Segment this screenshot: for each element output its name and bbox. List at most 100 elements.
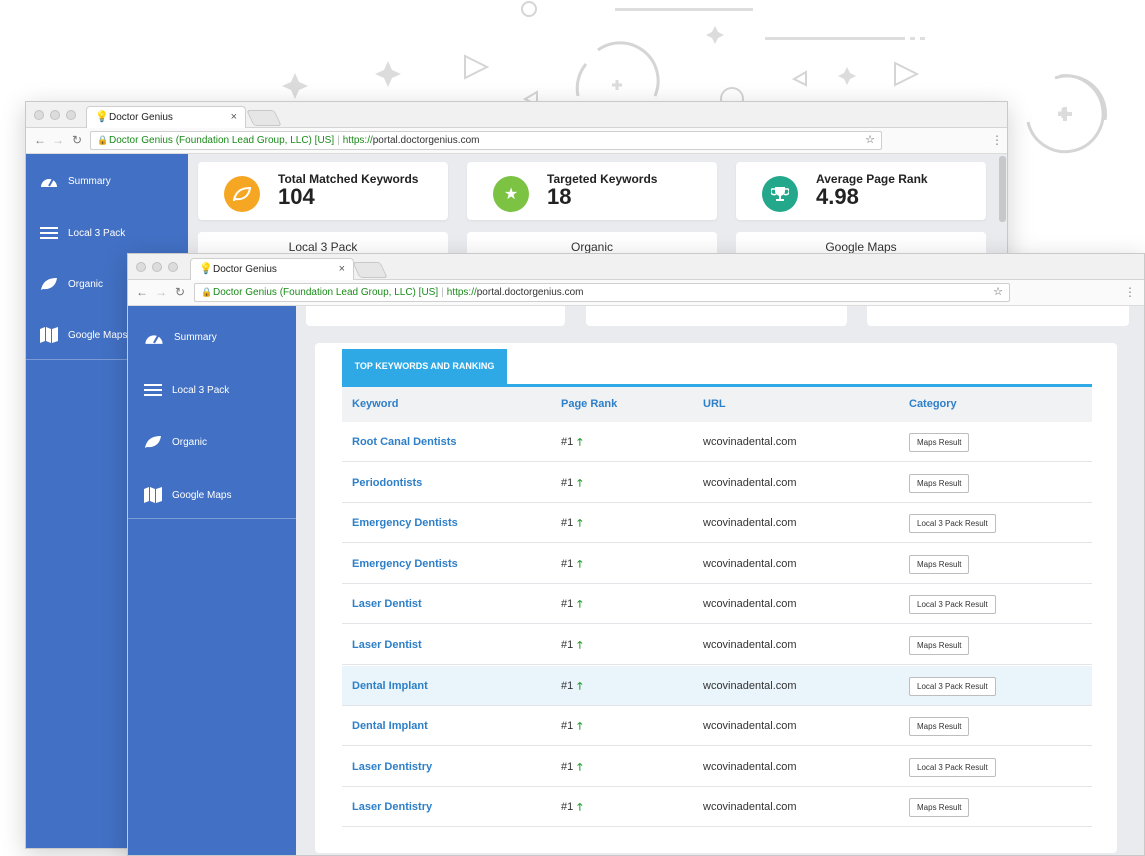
column-header-keyword[interactable]: Keyword <box>352 387 398 422</box>
back-arrow-icon[interactable]: ← <box>136 285 148 299</box>
up-arrow-icon: 🡑 <box>577 518 583 530</box>
table-row[interactable]: Emergency Dentists #1 🡑 wcovinadental.com Ma… <box>342 544 1092 584</box>
keyword-link[interactable]: Emergency Dentists <box>352 503 458 543</box>
url-input[interactable]: 🔒 Doctor Genius (Foundation Lead Group, … <box>90 131 882 150</box>
tab-close-icon[interactable]: × <box>231 107 237 128</box>
sidebar-item-summary[interactable]: Summary <box>40 174 111 188</box>
tab-close-icon[interactable]: × <box>339 259 345 280</box>
window-controls[interactable] <box>34 110 76 120</box>
close-window-button[interactable] <box>136 262 146 272</box>
table-row[interactable]: Emergency Dentists #1 🡑 wcovinadental.com Lo… <box>342 503 1092 544</box>
page-rank-value: #1 <box>561 801 574 814</box>
window-controls[interactable] <box>136 262 178 272</box>
category-badge: Maps Result <box>909 717 970 737</box>
back-scrollbar[interactable] <box>999 156 1006 222</box>
reload-icon[interactable]: ↻ <box>72 133 82 147</box>
reload-icon[interactable]: ↻ <box>175 285 185 299</box>
sidebar-item-local-3-pack[interactable]: Local 3 Pack <box>40 226 125 240</box>
bookmark-star-icon[interactable]: ☆ <box>993 284 1003 301</box>
keywords-panel: TOP KEYWORDS AND RANKING Keyword Page Ra… <box>315 343 1117 853</box>
new-tab-button[interactable] <box>246 110 282 126</box>
page-rank-cell: #1 🡑 <box>561 422 582 463</box>
url-input[interactable]: 🔒 Doctor Genius (Foundation Lead Group, … <box>194 283 1010 302</box>
back-arrow-icon[interactable]: ← <box>34 133 46 147</box>
address-bar: ← → ↻ 🔒 Doctor Genius (Foundation Lead G… <box>26 128 1007 154</box>
table-row[interactable]: Laser Dentist #1 🡑 wcovinadental.com Maps Re… <box>342 625 1092 665</box>
new-tab-button[interactable] <box>352 262 388 278</box>
table-row[interactable]: Laser Dentist #1 🡑 wcovinadental.com Local 3… <box>342 584 1092 625</box>
page-rank-cell: #1 🡑 <box>561 666 582 707</box>
category-badge: Local 3 Pack Result <box>909 595 996 615</box>
sidebar-item-google-maps[interactable]: Google Maps <box>40 327 127 343</box>
main-content-area: TOP KEYWORDS AND RANKING Keyword Page Ra… <box>296 306 1144 855</box>
page-rank-value: #1 <box>561 436 574 448</box>
up-arrow-icon: 🡑 <box>577 721 583 733</box>
leaf-icon <box>145 436 161 448</box>
keyword-link[interactable]: Laser Dentist <box>352 584 422 624</box>
browser-tab[interactable]: 💡 Doctor Genius × <box>86 106 246 129</box>
table-row[interactable]: Laser Dentistry #1 🡑 wcovinadental.com Maps … <box>342 787 1092 828</box>
column-header-category[interactable]: Category <box>909 387 957 422</box>
stat-value: 4.98 <box>816 184 859 209</box>
table-row[interactable]: Dental Implant #1 🡑 wcovinadental.com Maps R… <box>342 706 1092 747</box>
up-arrow-icon: 🡑 <box>577 640 583 651</box>
stat-card-average-rank: Average Page Rank 4.98 <box>736 162 986 220</box>
minimize-window-button[interactable] <box>152 262 162 272</box>
page-rank-value: #1 <box>561 598 574 611</box>
tab-top-keywords[interactable]: TOP KEYWORDS AND RANKING <box>342 349 507 384</box>
card-bottom <box>867 306 1129 326</box>
keyword-link[interactable]: Dental Implant <box>352 706 428 746</box>
keyword-link[interactable]: Emergency Dentists <box>352 544 458 584</box>
table-row[interactable]: Root Canal Dentists #1 🡑 wcovinadental.com M… <box>342 422 1092 462</box>
column-header-page-rank[interactable]: Page Rank <box>561 387 617 422</box>
keyword-link[interactable]: Root Canal Dentists <box>352 422 457 462</box>
category-badge: Maps Result <box>909 433 970 452</box>
bulb-icon: 💡 <box>199 263 213 275</box>
maximize-window-button[interactable] <box>168 262 178 272</box>
lock-icon: 🔒 <box>201 287 213 297</box>
browser-tab[interactable]: 💡 Doctor Genius × <box>190 258 354 281</box>
up-arrow-icon: 🡑 <box>577 477 583 489</box>
cert-name: Doctor Genius (Foundation Lead Group, LL… <box>109 135 335 146</box>
url-host: portal.doctorgenius.com <box>372 135 480 146</box>
sidebar-item-summary[interactable]: Summary <box>144 330 217 345</box>
sidebar: Summary Local 3 Pack Organic Google Maps <box>128 306 296 855</box>
sidebar-item-google-maps[interactable]: Google Maps <box>144 487 231 503</box>
maximize-window-button[interactable] <box>66 110 76 120</box>
dashboard-icon <box>41 178 57 187</box>
keyword-link[interactable]: Laser Dentist <box>352 625 422 665</box>
keyword-link[interactable]: Laser Dentistry <box>352 747 432 787</box>
forward-arrow-icon[interactable]: → <box>155 285 167 299</box>
page-rank-value: #1 <box>561 720 574 733</box>
category-badge: Maps Result <box>909 473 970 493</box>
bookmark-star-icon[interactable]: ☆ <box>865 132 875 149</box>
table-row[interactable]: Dental Implant #1 🡑 wcovinadental.com Local … <box>342 665 1092 707</box>
up-arrow-icon: 🡑 <box>577 437 583 448</box>
up-arrow-icon: 🡑 <box>577 802 583 814</box>
keyword-link[interactable]: Laser Dentistry <box>352 787 432 827</box>
kebab-menu-icon[interactable]: ⋮ <box>1124 285 1136 299</box>
table-row[interactable]: Laser Dentistry #1 🡑 wcovinadental.com Local… <box>342 747 1092 787</box>
url-cell: wcovinadental.com <box>703 476 797 489</box>
keyword-link[interactable]: Periodontists <box>352 463 422 503</box>
page-rank-value: #1 <box>561 639 574 651</box>
url-cell: wcovinadental.com <box>703 639 797 651</box>
sidebar-item-organic[interactable]: Organic <box>40 277 103 291</box>
column-header-url[interactable]: URL <box>703 387 726 422</box>
sidebar-item-label: Google Maps <box>68 329 128 341</box>
card-bottom <box>306 306 565 326</box>
url-cell: wcovinadental.com <box>703 801 797 814</box>
keyword-link[interactable]: Dental Implant <box>352 666 428 706</box>
sidebar-item-local-3-pack[interactable]: Local 3 Pack <box>144 383 229 397</box>
url-host: portal.doctorgenius.com <box>476 287 584 298</box>
trophy-icon <box>762 176 798 212</box>
minimize-window-button[interactable] <box>50 110 60 120</box>
stat-card-targeted: ★ Targeted Keywords 18 <box>467 162 717 220</box>
page-rank-value: #1 <box>561 476 574 489</box>
kebab-menu-icon[interactable]: ⋮ <box>991 133 1003 147</box>
dashboard-icon <box>145 334 163 344</box>
forward-arrow-icon[interactable]: → <box>52 133 64 147</box>
sidebar-item-organic[interactable]: Organic <box>144 435 207 449</box>
table-row[interactable]: Periodontists #1 🡑 wcovinadental.com Maps Re… <box>342 463 1092 503</box>
close-window-button[interactable] <box>34 110 44 120</box>
